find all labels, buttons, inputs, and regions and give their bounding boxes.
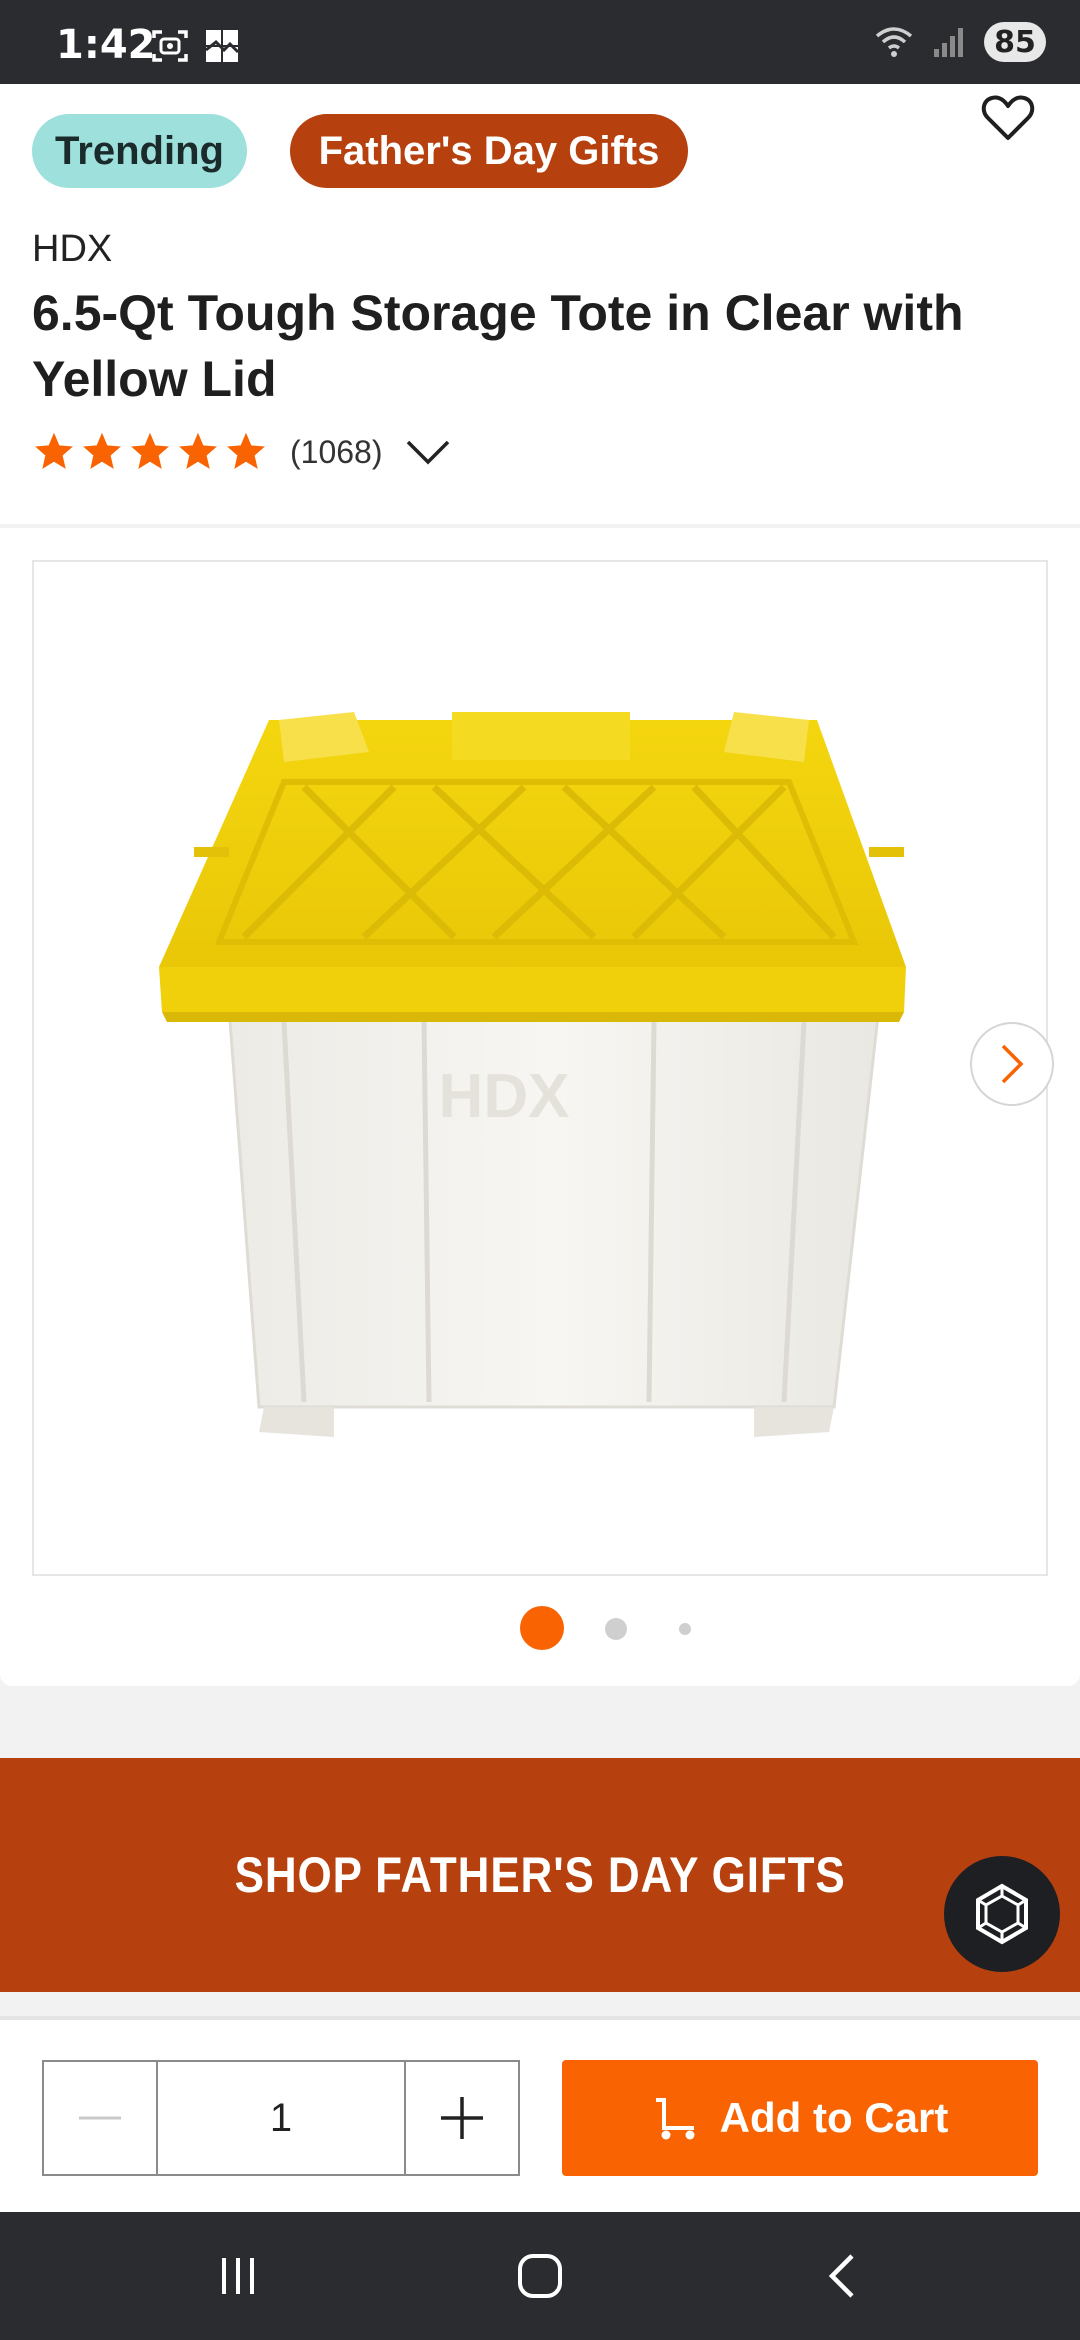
assistant-hexagon-icon	[976, 1883, 1028, 1945]
assistant-button[interactable]	[944, 1856, 1060, 1972]
fathers-day-gifts-chip[interactable]: Father's Day Gifts	[290, 114, 688, 188]
star-icon	[227, 432, 265, 469]
star-icon	[83, 432, 121, 469]
increase-quantity-button[interactable]	[406, 2062, 518, 2174]
next-image-button[interactable]	[970, 1022, 1054, 1106]
rating-row[interactable]: (1068)	[32, 430, 451, 474]
back-icon	[828, 2254, 854, 2298]
image-gallery: HDX	[0, 528, 1080, 1686]
add-to-cart-label: Add to Cart	[719, 2094, 949, 2141]
plus-icon	[441, 2097, 483, 2139]
signal-icon	[934, 28, 963, 57]
home-button[interactable]	[510, 2246, 570, 2306]
embossed-logo-text: HDX	[439, 1062, 570, 1131]
recent-apps-button[interactable]	[208, 2246, 268, 2306]
home-icon	[518, 2254, 562, 2298]
star-icon	[35, 432, 73, 469]
status-system-icons: 85	[874, 22, 1046, 62]
battery-indicator: 85	[984, 22, 1046, 62]
promo-text: SHOP FATHER'S DAY GIFTS	[234, 1847, 846, 1903]
pagination-dot[interactable]	[679, 1623, 691, 1635]
fathers-day-promo-banner[interactable]: SHOP FATHER'S DAY GIFTS	[0, 1758, 1080, 1992]
favorite-button[interactable]	[978, 88, 1038, 148]
minus-icon	[79, 2116, 121, 2120]
product-title: 6.5-Qt Tough Storage Tote in Clear with …	[32, 285, 964, 407]
product-brand[interactable]: HDX	[32, 228, 112, 271]
chevron-right-icon	[1001, 1044, 1024, 1084]
product-image[interactable]: HDX	[32, 560, 1048, 1576]
carousel-pagination	[0, 1604, 1080, 1654]
cart-icon	[655, 2098, 695, 2140]
gallery-icon	[205, 30, 240, 62]
status-time: 1:42	[56, 22, 156, 68]
pagination-dot[interactable]	[605, 1618, 627, 1640]
quantity-input[interactable]: 1	[156, 2062, 406, 2174]
decrease-quantity-button[interactable]	[44, 2062, 156, 2174]
back-button[interactable]	[812, 2246, 872, 2306]
pagination-dot-active[interactable]	[520, 1606, 564, 1650]
quantity-stepper: 1	[42, 2060, 520, 2176]
wifi-icon	[875, 27, 913, 57]
system-navigation-bar	[0, 2212, 1080, 2340]
chevron-down-icon[interactable]	[405, 437, 451, 467]
star-icon	[179, 432, 217, 469]
review-count: (1068)	[290, 433, 383, 470]
storage-tote-image: HDX	[159, 712, 906, 1437]
screenshot-icon	[152, 30, 188, 62]
add-to-cart-button[interactable]: Add to Cart	[562, 2060, 1038, 2176]
star-icon	[131, 432, 169, 469]
trending-chip[interactable]: Trending	[32, 114, 247, 188]
recent-apps-icon	[222, 2258, 254, 2294]
product-page-screen: 1:42 85 Trending Father's Day Gifts HDX …	[0, 0, 1080, 2340]
status-notification-icons	[150, 26, 242, 66]
star-rating	[32, 430, 268, 474]
status-bar: 1:42 85	[0, 0, 1080, 84]
purchase-action-bar: 1 Add to Cart	[0, 2016, 1080, 2212]
heart-icon	[981, 95, 1035, 140]
product-header: Trending Father's Day Gifts HDX 6.5-Qt T…	[0, 84, 1080, 524]
